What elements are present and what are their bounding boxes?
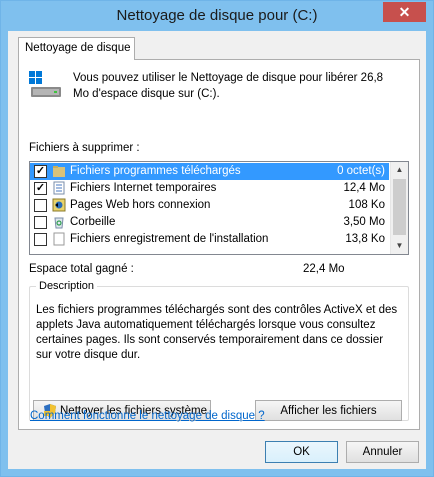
file-name: Pages Web hors connexion [70,199,211,211]
checkbox[interactable] [34,199,47,212]
description-title: Description [36,280,98,292]
file-name: Fichiers programmes téléchargés [70,165,241,177]
tab-panel: Vous pouvez utiliser le Nettoyage de dis… [18,59,420,430]
show-files-button[interactable]: Afficher les fichiers [255,400,402,421]
tab-disk-cleanup[interactable]: Nettoyage de disque [18,37,135,60]
list-item[interactable]: Fichiers enregistrement de l'installatio… [30,231,389,248]
description-text: Les fichiers programmes téléchargés sont… [36,304,398,361]
total-space-label: Espace total gagné : [29,263,134,275]
file-size: 3,50 Mo [343,216,385,228]
file-size: 13,8 Ko [345,233,385,245]
intro-text: Vous pouvez utiliser le Nettoyage de dis… [73,72,384,100]
disk-cleanup-window: Nettoyage de disque pour (C:) ✕ Nettoyag… [0,0,434,477]
total-space-value: 22,4 Mo [303,263,345,275]
checkbox[interactable] [34,216,47,229]
log-file-icon [53,232,65,246]
scroll-down-icon[interactable]: ▼ [391,238,408,254]
list-item[interactable]: Corbeille 3,50 Mo [30,214,389,231]
scroll-thumb[interactable] [393,179,406,235]
scroll-up-icon[interactable]: ▲ [391,162,408,178]
checkbox[interactable]: ✓ [34,182,47,195]
tab-label: Nettoyage de disque [25,42,131,54]
file-size: 108 Ko [348,199,385,211]
file-name: Corbeille [70,216,116,228]
file-size: 12,4 Mo [343,182,385,194]
list-item[interactable]: ✓ Fichiers Internet temporaires 12,4 Mo [30,180,389,197]
title-bar[interactable]: Nettoyage de disque pour (C:) ✕ [1,1,433,31]
close-button[interactable]: ✕ [383,2,426,22]
dialog-client-area: Nettoyage de disque Vous pouvez utiliser… [8,31,426,469]
checkbox[interactable]: ✓ [34,165,47,178]
list-item[interactable]: ✓ Fichiers programmes téléchargés 0 octe… [30,163,389,180]
file-name: Fichiers Internet temporaires [70,182,217,194]
files-to-delete-label: Fichiers à supprimer : [29,142,140,154]
file-size: 0 octet(s) [337,165,385,177]
disk-drive-icon [29,71,61,97]
cancel-button[interactable]: Annuler [346,441,419,463]
ok-button[interactable]: OK [265,441,338,463]
file-name: Fichiers enregistrement de l'installatio… [70,233,269,245]
folder-icon [53,166,65,177]
files-listbox[interactable]: ✓ Fichiers programmes téléchargés 0 octe… [29,161,409,255]
checkbox[interactable] [34,233,47,246]
document-icon [53,181,65,195]
offline-pages-icon [52,198,66,212]
window-title: Nettoyage de disque pour (C:) [116,7,318,24]
recycle-bin-icon [54,217,64,229]
list-item[interactable]: Pages Web hors connexion 108 Ko [30,197,389,214]
listbox-scrollbar[interactable]: ▲ ▼ [390,162,408,254]
help-link[interactable]: Comment fonctionne le nettoyage de disqu… [30,410,265,422]
